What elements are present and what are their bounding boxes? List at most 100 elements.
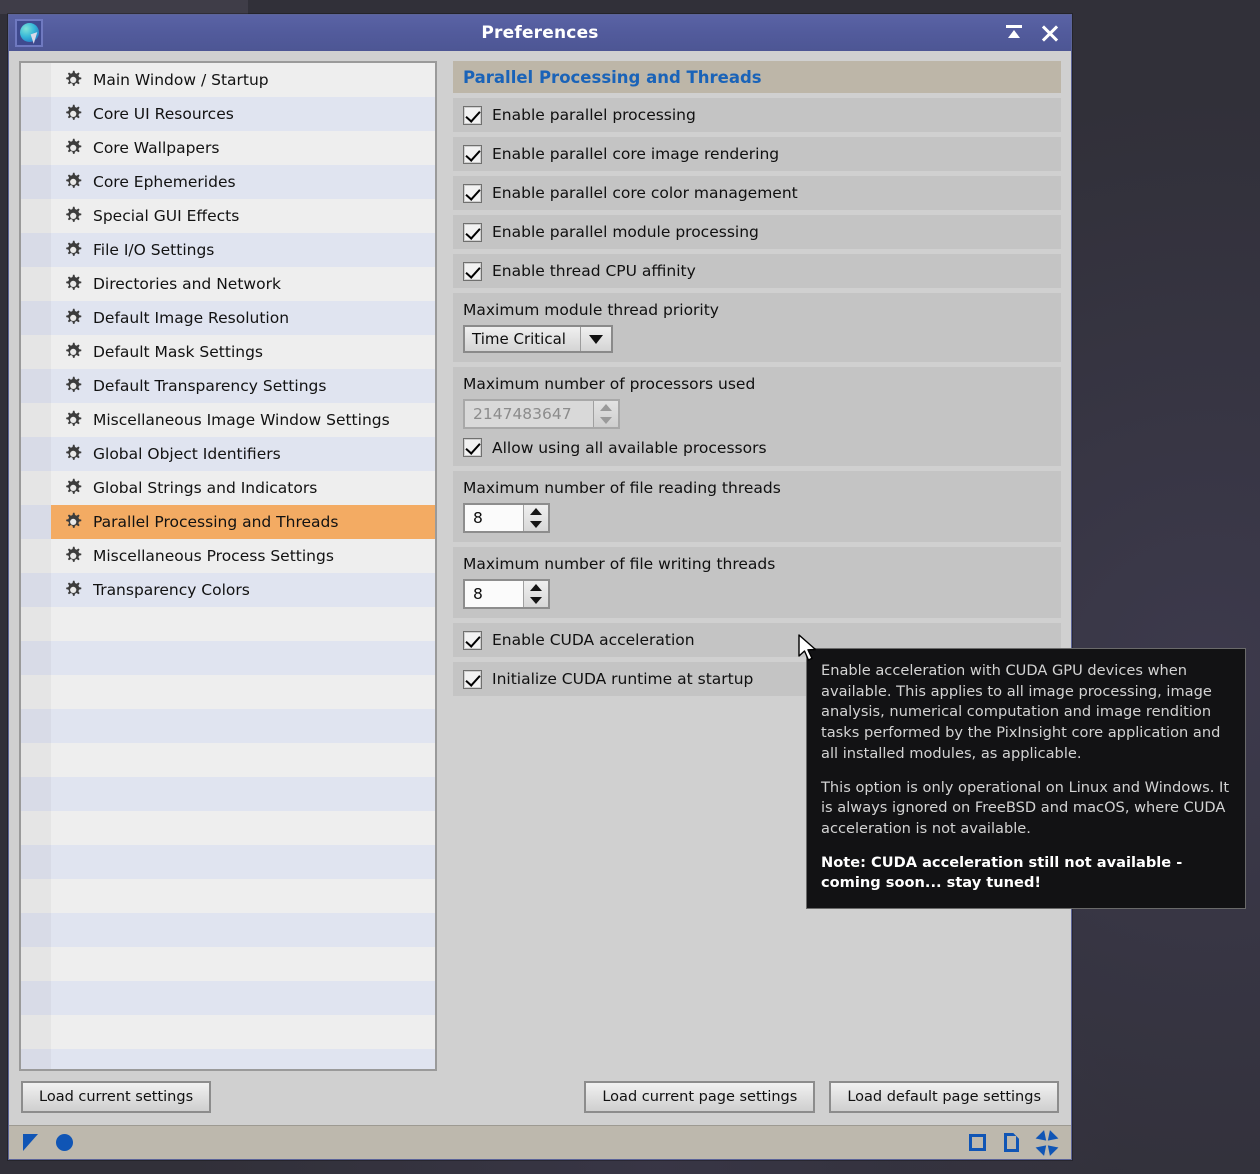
gear-icon: [63, 376, 83, 396]
parallel-option-checkbox-1[interactable]: [463, 144, 482, 164]
sidebar-item-label: Core Wallpapers: [93, 139, 220, 157]
sidebar-item-miscellaneous-image-window-settings[interactable]: Miscellaneous Image Window Settings: [21, 403, 435, 437]
max-processors-label: Maximum number of processors used: [463, 375, 756, 393]
sidebar-empty-row: [21, 981, 435, 1015]
sidebar-item-default-mask-settings[interactable]: Default Mask Settings: [21, 335, 435, 369]
sidebar-empty-row: [21, 1049, 435, 1069]
sidebar-item-core-ui-resources[interactable]: Core UI Resources: [21, 97, 435, 131]
load-current-settings-button[interactable]: Load current settings: [21, 1081, 212, 1113]
gear-icon: [63, 240, 83, 260]
load-default-page-settings-button[interactable]: Load default page settings: [829, 1081, 1059, 1113]
sidebar-item-transparency-colors[interactable]: Transparency Colors: [21, 573, 435, 607]
circle-icon[interactable]: [56, 1134, 73, 1151]
parallel-option-label-0: Enable parallel processing: [492, 106, 696, 124]
parallel-option-label-1: Enable parallel core image rendering: [492, 145, 780, 163]
sidebar-item-miscellaneous-process-settings[interactable]: Miscellaneous Process Settings: [21, 539, 435, 573]
settings-panel: Parallel Processing and Threads Enable p…: [453, 61, 1061, 1071]
sidebar-item-core-ephemerides[interactable]: Core Ephemerides: [21, 165, 435, 199]
sidebar-item-label: Miscellaneous Process Settings: [93, 547, 334, 565]
sidebar-item-file-i-o-settings[interactable]: File I/O Settings: [21, 233, 435, 267]
sidebar-item-label: Default Transparency Settings: [93, 377, 327, 395]
window-titlebar[interactable]: Preferences: [9, 15, 1071, 51]
parallel-option-checkbox-0[interactable]: [463, 105, 482, 125]
gear-icon: [63, 274, 83, 294]
rollup-icon[interactable]: [1003, 22, 1025, 44]
allow-all-processors-checkbox[interactable]: [463, 438, 482, 457]
sidebar-empty-row: [21, 743, 435, 777]
collapse-arrows-icon[interactable]: [1035, 1129, 1059, 1156]
parallel-option-label-3: Enable parallel module processing: [492, 223, 759, 241]
sidebar-empty-row: [21, 1015, 435, 1049]
gear-icon: [63, 512, 83, 532]
cuda-option-checkbox-0[interactable]: [463, 630, 482, 650]
sidebar-item-global-object-identifiers[interactable]: Global Object Identifiers: [21, 437, 435, 471]
sidebar-item-main-window-startup[interactable]: Main Window / Startup: [21, 63, 435, 97]
sidebar-item-global-strings-and-indicators[interactable]: Global Strings and Indicators: [21, 471, 435, 505]
file-reading-threads-label: Maximum number of file reading threads: [463, 479, 781, 497]
max-processors-decrement[interactable]: [594, 414, 618, 427]
file-writing-threads-row: Maximum number of file writing threads 8: [453, 547, 1061, 618]
sidebar-item-directories-and-network[interactable]: Directories and Network: [21, 267, 435, 301]
parallel-option-row-4[interactable]: Enable thread CPU affinity: [453, 254, 1061, 288]
gear-icon: [63, 308, 83, 328]
sidebar-item-label: Core UI Resources: [93, 105, 234, 123]
sidebar-item-default-image-resolution[interactable]: Default Image Resolution: [21, 301, 435, 335]
sidebar-item-parallel-processing-and-threads[interactable]: Parallel Processing and Threads: [21, 505, 435, 539]
allow-all-processors-label: Allow using all available processors: [492, 438, 767, 457]
thread-priority-select[interactable]: Time Critical: [463, 325, 613, 353]
gear-icon: [63, 410, 83, 430]
parallel-option-checkbox-2[interactable]: [463, 183, 482, 203]
parallel-option-row-3[interactable]: Enable parallel module processing: [453, 215, 1061, 249]
dialog-button-bar: Load current settings Load current page …: [19, 1071, 1061, 1125]
cuda-tooltip: Enable acceleration with CUDA GPU device…: [806, 648, 1246, 910]
sidebar-item-core-wallpapers[interactable]: Core Wallpapers: [21, 131, 435, 165]
gear-icon: [63, 342, 83, 362]
load-current-page-settings-button[interactable]: Load current page settings: [584, 1081, 816, 1113]
sidebar-empty-row: [21, 811, 435, 845]
parallel-option-row-2[interactable]: Enable parallel core color management: [453, 176, 1061, 210]
sidebar-item-label: Default Image Resolution: [93, 309, 290, 327]
sidebar-item-label: Main Window / Startup: [93, 71, 269, 89]
sidebar-item-special-gui-effects[interactable]: Special GUI Effects: [21, 199, 435, 233]
sidebar-empty-row: [21, 845, 435, 879]
sidebar-item-default-transparency-settings[interactable]: Default Transparency Settings: [21, 369, 435, 403]
arrow-cursor-icon[interactable]: [23, 1134, 38, 1151]
file-writing-threads-stepper[interactable]: 8: [463, 579, 550, 609]
parallel-option-checkbox-3[interactable]: [463, 222, 482, 242]
file-writing-threads-decrement[interactable]: [524, 594, 548, 607]
square-icon[interactable]: [969, 1134, 986, 1151]
parallel-option-row-0[interactable]: Enable parallel processing: [453, 98, 1061, 132]
file-reading-threads-row: Maximum number of file reading threads 8: [453, 471, 1061, 542]
file-reading-threads-decrement[interactable]: [524, 518, 548, 531]
parallel-option-row-1[interactable]: Enable parallel core image rendering: [453, 137, 1061, 171]
desktop-top-stripe: [0, 0, 248, 14]
max-processors-stepper[interactable]: 2147483647: [463, 399, 620, 429]
gear-icon: [63, 172, 83, 192]
parallel-option-checkbox-4[interactable]: [463, 261, 482, 281]
window-title: Preferences: [481, 23, 599, 43]
sidebar-item-label: Global Object Identifiers: [93, 445, 281, 463]
max-processors-increment[interactable]: [594, 401, 618, 414]
close-icon[interactable]: [1039, 22, 1061, 44]
parallel-option-label-4: Enable thread CPU affinity: [492, 262, 696, 280]
cuda-option-checkbox-1[interactable]: [463, 669, 482, 689]
chevron-down-icon[interactable]: [581, 327, 611, 351]
gear-icon: [63, 70, 83, 90]
tooltip-paragraph-1: Enable acceleration with CUDA GPU device…: [821, 662, 1221, 762]
document-icon[interactable]: [1004, 1133, 1019, 1152]
file-writing-threads-increment[interactable]: [524, 581, 548, 594]
file-reading-threads-increment[interactable]: [524, 505, 548, 518]
file-reading-threads-stepper[interactable]: 8: [463, 503, 550, 533]
file-writing-threads-value: 8: [473, 585, 483, 603]
preferences-category-list[interactable]: Main Window / Startup Core UI Resources Co…: [19, 61, 437, 1071]
